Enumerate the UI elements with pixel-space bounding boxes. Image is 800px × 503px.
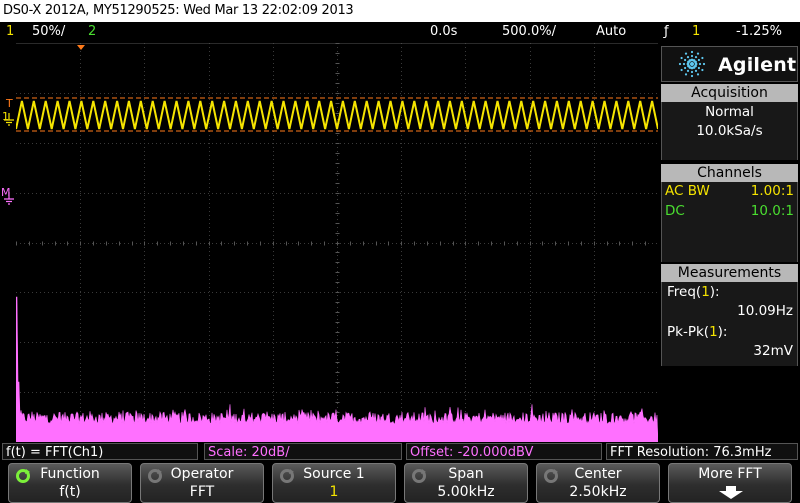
ch2-coupling: DC xyxy=(665,203,685,219)
more-fft-softkey[interactable]: More FFT xyxy=(668,463,792,503)
freq-value: 10.09Hz xyxy=(737,303,793,319)
measurements-header[interactable]: Measurements xyxy=(661,264,798,282)
source1-softkey[interactable]: Source 1 1 xyxy=(272,463,396,503)
channels-box[interactable]: AC BW 1.00:1 DC 10.0:1 xyxy=(661,182,798,262)
trigger-mode[interactable]: Auto xyxy=(596,24,626,39)
ch2-probe-ratio: 10.0:1 xyxy=(750,203,794,219)
ch1-coupling: AC BW xyxy=(665,183,710,199)
ch1-ground-marker[interactable]: 1 xyxy=(1,110,17,127)
function-softkey-label: Function xyxy=(40,466,100,482)
side-panel: Agilent Acquisition Normal 10.0kSa/s Cha… xyxy=(658,43,800,442)
pkpk-value: 32mV xyxy=(753,343,793,359)
trigger-edge-icon: ƒ xyxy=(664,24,669,39)
sample-rate: 10.0kSa/s xyxy=(696,123,763,139)
span-softkey-label: Span xyxy=(448,466,484,482)
function-softkey[interactable]: Function f(t) xyxy=(8,463,132,503)
acquisition-box[interactable]: Normal 10.0kSa/s xyxy=(661,102,798,160)
math-function-info[interactable]: f(t) = FFT(Ch1) xyxy=(2,443,198,460)
agilent-spark-icon xyxy=(678,50,706,78)
trigger-level[interactable]: -1.25% xyxy=(736,24,782,39)
ch1-scale[interactable]: 50%/ xyxy=(32,24,65,39)
source1-softkey-value: 1 xyxy=(329,484,339,500)
math-info-strip: f(t) = FFT(Ch1) Scale: 20dB/ Offset: -20… xyxy=(0,442,800,461)
logo-text: Agilent xyxy=(718,54,797,76)
operator-softkey-value: FFT xyxy=(189,484,215,500)
channels-header[interactable]: Channels xyxy=(661,164,798,182)
window-title: DS0-X 2012A, MY51290525: Wed Mar 13 22:0… xyxy=(0,0,800,22)
acquisition-mode: Normal xyxy=(705,104,754,120)
trigger-level-marker[interactable]: T xyxy=(6,97,13,110)
more-fft-softkey-label: More FFT xyxy=(698,466,762,482)
pkpk-label: Pk-Pk(1): xyxy=(667,324,728,340)
source1-softkey-label: Source 1 xyxy=(303,466,365,482)
operator-softkey[interactable]: Operator FFT xyxy=(140,463,264,503)
center-softkey[interactable]: Center 2.50kHz xyxy=(536,463,660,503)
trigger-source[interactable]: 1 xyxy=(692,24,700,39)
status-bar: 1 50%/ 2 0.0s 500.0%/ Auto ƒ 1 -1.25% xyxy=(0,22,800,42)
math-scale-info[interactable]: Scale: 20dB/ xyxy=(204,443,402,460)
acquisition-header[interactable]: Acquisition xyxy=(661,84,798,102)
ch1-probe-ratio: 1.00:1 xyxy=(750,183,794,199)
waveform-display[interactable] xyxy=(16,43,658,442)
ground-icon xyxy=(4,113,14,126)
span-softkey[interactable]: Span 5.00kHz xyxy=(404,463,528,503)
softkey-bar: Function f(t) Operator FFT Source 1 1 Sp… xyxy=(0,461,800,503)
fft-resolution-info: FFT Resolution: 76.3mHz xyxy=(606,443,798,460)
function-softkey-value: f(t) xyxy=(59,484,81,500)
ch2-number[interactable]: 2 xyxy=(88,24,96,39)
operator-softkey-label: Operator xyxy=(170,466,234,482)
center-softkey-value: 2.50kHz xyxy=(569,484,627,500)
time-offset[interactable]: 0.0s xyxy=(430,24,457,39)
math-ground-marker[interactable]: M xyxy=(1,186,17,206)
center-softkey-label: Center xyxy=(574,466,622,482)
span-softkey-value: 5.00kHz xyxy=(437,484,495,500)
freq-label: Freq(1): xyxy=(667,284,720,300)
agilent-logo: Agilent xyxy=(661,46,798,82)
arrow-down-icon xyxy=(719,486,743,499)
math-offset-info[interactable]: Offset: -20.000dBV xyxy=(406,443,602,460)
ch1-number[interactable]: 1 xyxy=(6,24,14,39)
time-scale[interactable]: 500.0%/ xyxy=(502,24,556,39)
measurements-box[interactable]: Freq(1): 10.09Hz Pk-Pk(1): 32mV xyxy=(661,282,798,366)
ground-icon xyxy=(4,192,14,205)
